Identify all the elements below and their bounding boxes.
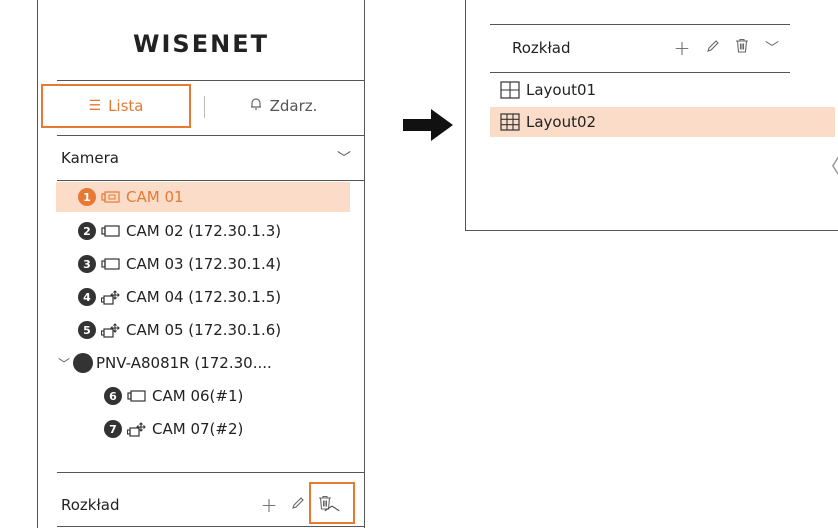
pencil-icon: [706, 38, 720, 58]
expand-layout-button[interactable]: ﹀: [761, 33, 783, 63]
camera-name: CAM 02 (172.30.1.3): [126, 222, 282, 240]
camera-number-badge: 1: [78, 188, 96, 206]
divider: [57, 80, 364, 81]
divider: [490, 72, 790, 73]
camera-number-badge: 2: [78, 222, 96, 240]
logo: WISENET: [133, 30, 269, 58]
list-icon: ☰: [88, 98, 102, 114]
grid-2x2-icon: [500, 81, 520, 99]
layout-section-label: Rozkład: [61, 496, 120, 514]
tab-lista-label: Lista: [108, 97, 144, 115]
chevron-down-icon: ﹀: [765, 41, 779, 57]
ptz-camera-icon: [101, 290, 121, 305]
divider: [490, 24, 790, 25]
ptz-camera-icon: [101, 323, 121, 338]
group-name: PNV-A8081R (172.30....: [96, 354, 272, 372]
delete-layout-button[interactable]: [731, 33, 753, 63]
divider: [57, 180, 364, 181]
divider: [57, 526, 364, 527]
chevron-down-icon[interactable]: ﹀: [337, 148, 351, 168]
camera-item-2[interactable]: 2 CAM 02 (172.30.1.3): [78, 216, 281, 246]
collapse-layout-button[interactable]: ︿: [309, 482, 355, 524]
camera-name: CAM 06(#1): [152, 387, 244, 405]
camera-item-6[interactable]: 6 CAM 06(#1): [104, 381, 243, 411]
arrow-right-icon: [403, 108, 455, 142]
layout-item-2[interactable]: Layout02: [490, 107, 835, 137]
plus-icon: +: [260, 493, 278, 517]
camera-number-badge: 5: [78, 321, 96, 339]
fixed-camera-icon: [101, 190, 121, 204]
ptz-camera-icon: [127, 422, 147, 437]
fixed-camera-icon: [101, 257, 121, 271]
tab-zdarzenia[interactable]: Zdarz.: [208, 86, 358, 126]
camera-item-7[interactable]: 7 CAM 07(#2): [104, 414, 243, 444]
layout-name: Layout02: [526, 113, 597, 131]
camera-name: CAM 01: [126, 188, 184, 206]
layout-section-header: Rozkład: [512, 33, 802, 63]
camera-name: CAM 05 (172.30.1.6): [126, 321, 282, 339]
edit-layout-button[interactable]: [288, 490, 308, 520]
chevron-left-icon[interactable]: 〈: [819, 150, 838, 180]
camera-panel: WISENET ☰ Lista Zdarz. Kamera ﹀ 1 CAM 01…: [37, 0, 365, 528]
camera-item-4[interactable]: 4 CAM 04 (172.30.1.5): [78, 282, 281, 312]
chevron-down-icon[interactable]: ﹀: [58, 355, 70, 372]
camera-name: CAM 07(#2): [152, 420, 244, 438]
camera-number-badge: 3: [78, 255, 96, 273]
fixed-camera-icon: [127, 389, 147, 403]
add-layout-button[interactable]: +: [671, 33, 693, 63]
plus-icon: +: [673, 36, 691, 60]
group-dot-icon: [73, 353, 94, 373]
camera-number-badge: 4: [78, 288, 96, 306]
grid-3x3-icon: [500, 113, 520, 131]
chevron-up-icon: ︿: [323, 495, 340, 514]
bell-icon: [249, 97, 263, 115]
camera-item-3[interactable]: 3 CAM 03 (172.30.1.4): [78, 249, 281, 279]
divider: [57, 472, 364, 473]
tab-zdarzenia-label: Zdarz.: [269, 97, 318, 115]
camera-item-1[interactable]: 1 CAM 01: [56, 182, 350, 212]
fixed-camera-icon: [101, 224, 121, 238]
pencil-icon: [291, 495, 305, 515]
camera-number-badge: 7: [104, 420, 122, 438]
camera-section-label: Kamera: [61, 149, 119, 167]
tab-lista[interactable]: ☰ Lista: [41, 84, 191, 128]
trash-icon: [735, 38, 749, 58]
camera-number-badge: 6: [104, 387, 122, 405]
camera-section-header[interactable]: Kamera ﹀: [61, 143, 351, 173]
camera-item-5[interactable]: 5 CAM 05 (172.30.1.6): [78, 315, 281, 345]
camera-group-pnv[interactable]: ﹀ PNV-A8081R (172.30....: [58, 348, 272, 378]
layout-item-1[interactable]: Layout01: [490, 75, 835, 105]
edit-layout-button[interactable]: [702, 33, 724, 63]
layout-section-label: Rozkład: [512, 39, 571, 57]
camera-name: CAM 04 (172.30.1.5): [126, 288, 282, 306]
tab-separator: [204, 96, 205, 118]
divider: [57, 135, 364, 136]
add-layout-button[interactable]: +: [259, 490, 279, 520]
camera-name: CAM 03 (172.30.1.4): [126, 255, 282, 273]
layout-panel-expanded: Rozkład + ﹀ Layout01 Layout02 〈: [465, 0, 838, 231]
layout-name: Layout01: [526, 81, 597, 99]
